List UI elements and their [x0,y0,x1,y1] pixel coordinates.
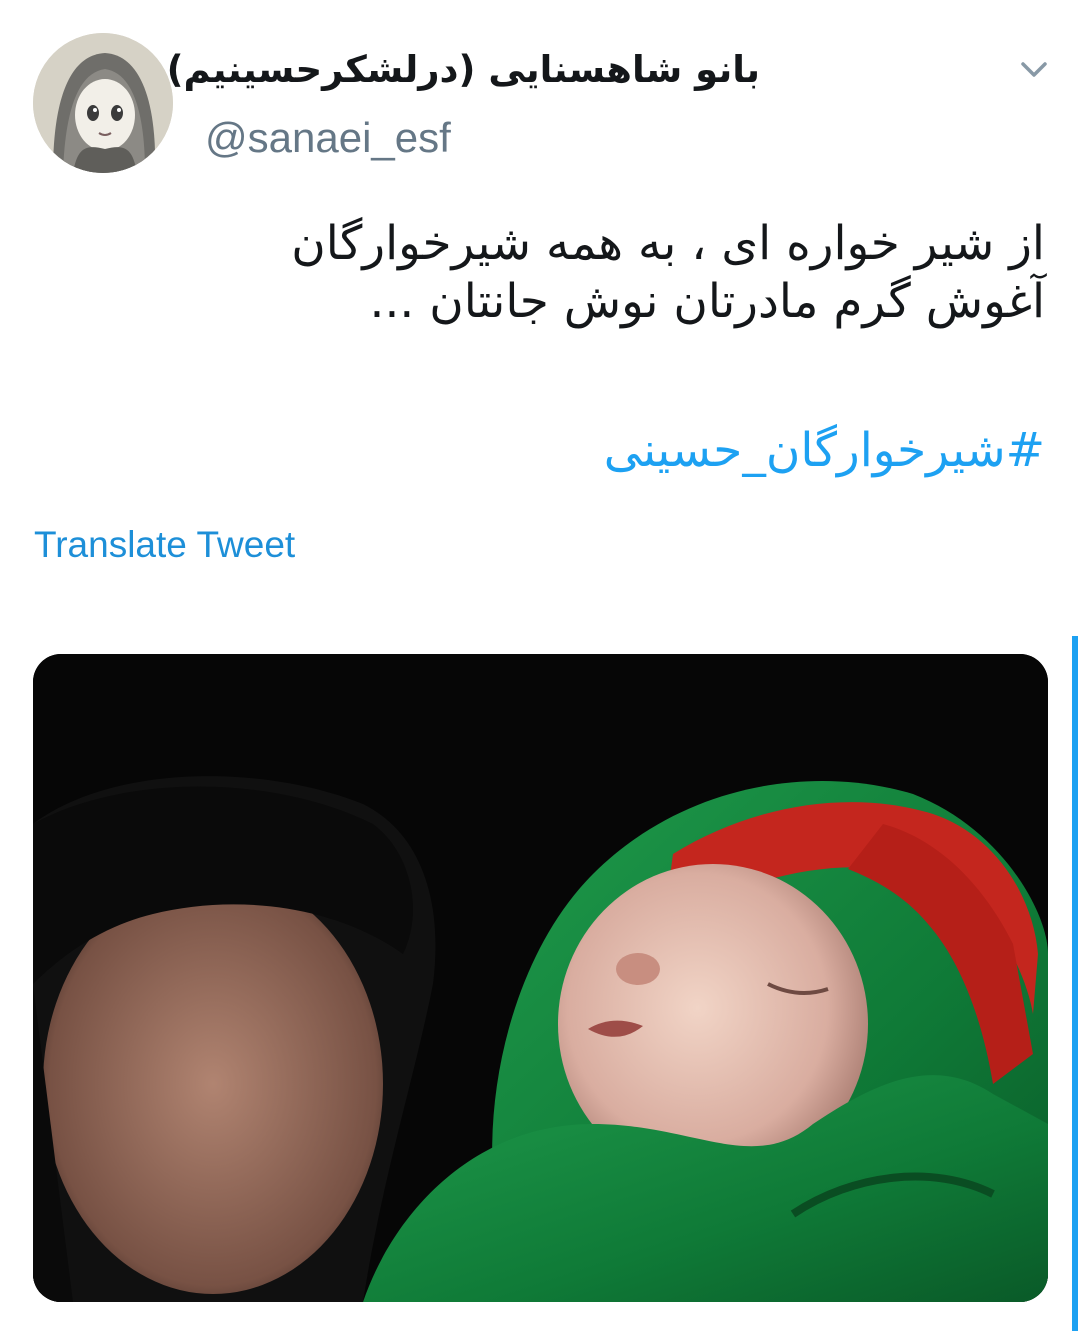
translate-tweet-link[interactable]: Translate Tweet [34,520,295,570]
tweet-text-line: آغوش گرم مادرتان نوش جانتان ... [369,274,1045,329]
avatar[interactable] [33,33,173,173]
scrollbar[interactable] [1072,636,1078,1331]
author-display-name[interactable]: بانو شاهسنایی (درلشکرحسینیم) [167,44,760,96]
tweet-media-image[interactable] [33,654,1048,1302]
tweet-menu-button[interactable] [1014,54,1054,86]
hashtag-link[interactable]: #شیرخوارگان_حسینی [60,422,1045,480]
avatar-illustration-icon [33,33,173,173]
photo-icon [33,654,1048,1302]
tweet-text-line: از شیر خواره ای ، به همه شیرخوارگان [291,216,1045,271]
tweet-text: از شیر خواره ای ، به همه شیرخوارگان آغوش… [60,215,1045,331]
author-handle[interactable]: @sanaei_esf [205,112,451,164]
chevron-down-icon [1021,62,1047,77]
